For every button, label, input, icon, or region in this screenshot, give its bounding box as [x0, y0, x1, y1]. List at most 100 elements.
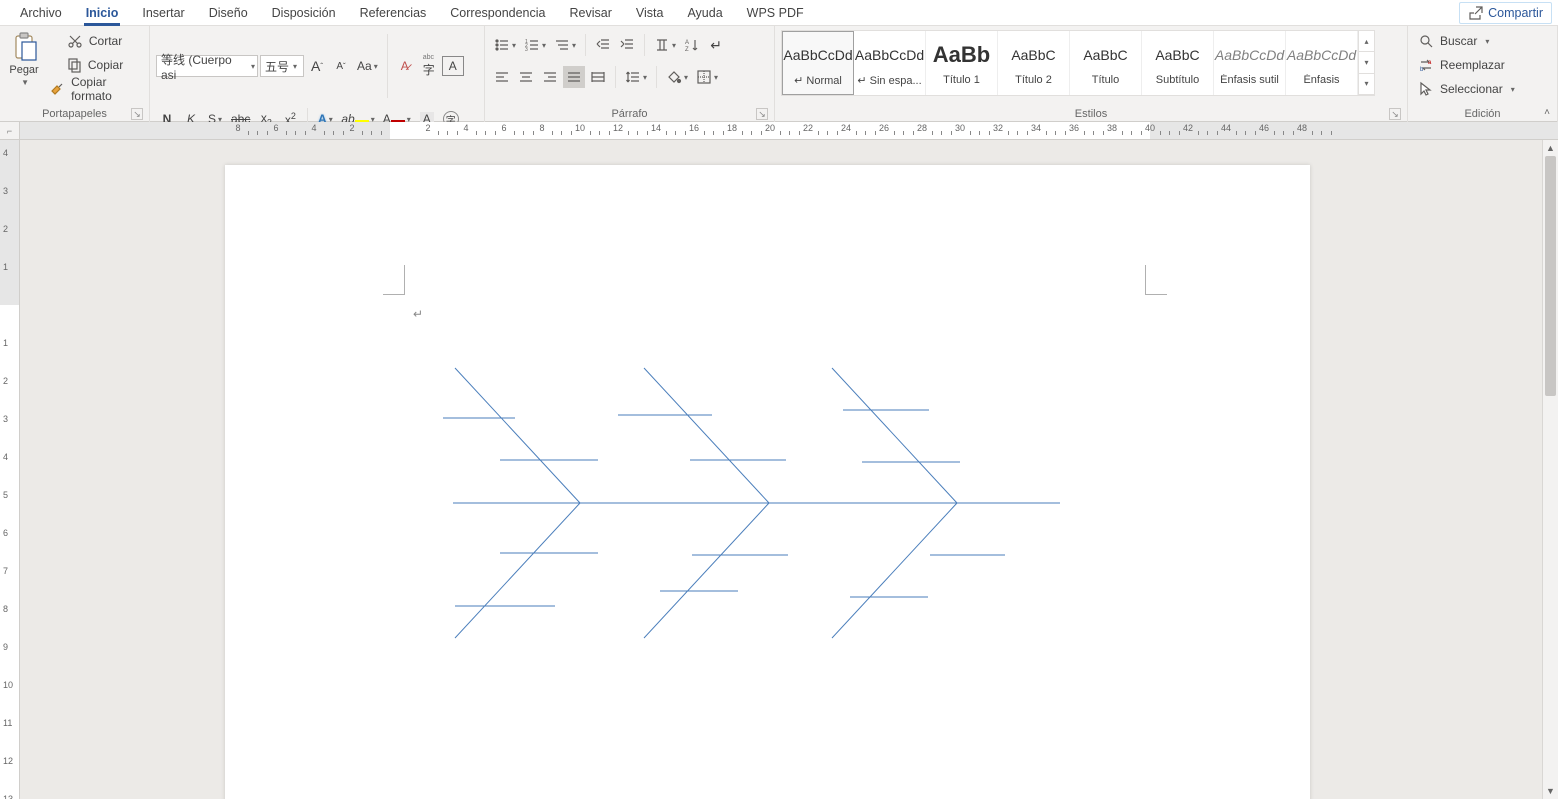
- svg-text:3: 3: [525, 47, 528, 53]
- find-label: Buscar: [1440, 34, 1477, 48]
- group-paragraph: ▾ 123▾ ▾ ▾ AZ ↵ ▾ ▾ ▾: [485, 26, 775, 122]
- style-t-tulo-2[interactable]: AaBbC Título 2: [998, 31, 1070, 95]
- scroll-down-button[interactable]: ▼: [1543, 783, 1558, 799]
- vertical-scrollbar[interactable]: ▲ ▼: [1542, 140, 1558, 799]
- ruler-number: 40: [1145, 123, 1155, 133]
- copy-button[interactable]: Copiar: [46, 54, 143, 76]
- style-name: Título 2: [1015, 74, 1052, 86]
- select-button[interactable]: Seleccionar ▾: [1414, 78, 1515, 100]
- style-name: Énfasis sutil: [1220, 74, 1279, 86]
- clipboard-launcher[interactable]: ↘: [131, 108, 143, 120]
- styles-more-button[interactable]: ▴▾▾: [1358, 31, 1374, 95]
- ruler-number: 8: [3, 604, 8, 614]
- tab-archivo[interactable]: Archivo: [8, 2, 74, 25]
- styles-gallery[interactable]: AaBbCcDd↵ NormalAaBbCcDd↵ Sin espa...AaB…: [781, 30, 1375, 96]
- align-center-icon: [518, 69, 534, 85]
- tab-diseno[interactable]: Diseño: [197, 2, 260, 25]
- shading-button[interactable]: ▾: [663, 66, 691, 88]
- ruler-number: 26: [879, 123, 889, 133]
- borders-button[interactable]: ▾: [693, 66, 721, 88]
- ruler-number: 11: [3, 718, 12, 728]
- vertical-ruler[interactable]: 432112345678910111213141516: [0, 140, 20, 799]
- char-border-button[interactable]: A: [442, 56, 464, 76]
- scrollbar-track[interactable]: [1545, 156, 1556, 783]
- paste-button[interactable]: Pegar ▼: [6, 28, 42, 87]
- style-name: Título: [1092, 74, 1120, 86]
- share-button[interactable]: Compartir: [1459, 2, 1552, 24]
- style-t-tulo-1[interactable]: AaBbTítulo 1: [926, 31, 998, 95]
- replace-button[interactable]: ba Reemplazar: [1414, 54, 1505, 76]
- increase-indent-button[interactable]: [616, 34, 638, 56]
- tab-correspondencia[interactable]: Correspondencia: [438, 2, 557, 25]
- ribbon: Pegar ▼ Cortar Copiar Copiar formato P: [0, 26, 1558, 122]
- cursor-icon: [1418, 81, 1434, 97]
- style--nfasis-sutil[interactable]: AaBbCcDdÉnfasis sutil: [1214, 31, 1286, 95]
- scroll-up-button[interactable]: ▲: [1543, 140, 1558, 156]
- style-sin-espa-[interactable]: AaBbCcDd↵ Sin espa...: [854, 31, 926, 95]
- style-preview: AaBbC: [1011, 40, 1055, 70]
- page[interactable]: ↵: [225, 165, 1310, 799]
- tab-referencias[interactable]: Referencias: [348, 2, 439, 25]
- svg-text:A: A: [685, 40, 689, 46]
- ruler-number: 4: [463, 123, 468, 133]
- scrollbar-thumb[interactable]: [1545, 156, 1556, 396]
- tab-disposicion[interactable]: Disposición: [260, 2, 348, 25]
- sort-button[interactable]: AZ: [681, 34, 703, 56]
- cut-button[interactable]: Cortar: [46, 30, 143, 52]
- group-editing-text: Edición: [1464, 108, 1500, 120]
- bullets-button[interactable]: ▾: [491, 34, 519, 56]
- style-t-tulo[interactable]: AaBbCTítulo: [1070, 31, 1142, 95]
- ruler-number: 12: [3, 756, 13, 766]
- fishbone-diagram[interactable]: [225, 165, 1310, 799]
- ruler-number: 4: [3, 148, 8, 158]
- tab-inicio[interactable]: Inicio: [74, 2, 131, 25]
- align-center-button[interactable]: [515, 66, 537, 88]
- tab-ayuda[interactable]: Ayuda: [675, 2, 734, 25]
- copy-icon: [66, 57, 82, 73]
- align-left-button[interactable]: [491, 66, 513, 88]
- multilevel-list-button[interactable]: ▾: [551, 34, 579, 56]
- select-label: Seleccionar: [1440, 82, 1503, 96]
- style--nfasis[interactable]: AaBbCcDdÉnfasis: [1286, 31, 1358, 95]
- numbering-button[interactable]: 123▾: [521, 34, 549, 56]
- align-justify-button[interactable]: [563, 66, 585, 88]
- font-size-combo[interactable]: 五号▾: [260, 55, 304, 77]
- decrease-indent-button[interactable]: [592, 34, 614, 56]
- style-normal[interactable]: AaBbCcDd↵ Normal: [782, 31, 854, 95]
- align-right-button[interactable]: [539, 66, 561, 88]
- ruler-number: 38: [1107, 123, 1117, 133]
- grow-font-button[interactable]: Aˆ: [306, 55, 328, 77]
- tab-revisar[interactable]: Revisar: [557, 2, 623, 25]
- horizontal-ruler[interactable]: 8642246810121416182022242628303234363840…: [20, 122, 1558, 140]
- ruler-number: 34: [1031, 123, 1041, 133]
- font-name-combo[interactable]: 等线 (Cuerpo asi▾: [156, 55, 258, 77]
- document-canvas[interactable]: ↵: [20, 140, 1542, 799]
- show-marks-button[interactable]: ↵: [705, 34, 727, 56]
- change-case-button[interactable]: Aa▾: [354, 55, 381, 77]
- format-painter-button[interactable]: Copiar formato: [46, 78, 143, 100]
- styles-launcher[interactable]: ↘: [1389, 108, 1401, 120]
- tab-wps-pdf[interactable]: WPS PDF: [735, 2, 816, 25]
- ruler-number: 6: [501, 123, 506, 133]
- shrink-font-icon: A: [336, 61, 343, 72]
- find-button[interactable]: Buscar ▾: [1414, 30, 1489, 52]
- collapse-ribbon-button[interactable]: ˄: [1538, 105, 1556, 119]
- clear-formatting-button[interactable]: A̷: [394, 55, 416, 77]
- shrink-font-button[interactable]: Aˇ: [330, 55, 352, 77]
- ruler-number: 6: [3, 528, 8, 538]
- tab-insertar[interactable]: Insertar: [130, 2, 196, 25]
- ruler-number: 8: [539, 123, 544, 133]
- chevron-down-icon: ▾: [1511, 85, 1515, 94]
- tab-vista[interactable]: Vista: [624, 2, 676, 25]
- ruler-number: 1: [3, 262, 8, 272]
- hruler-wrap: ⌐ 86422468101214161820222426283032343638…: [0, 122, 1558, 140]
- style-subt-tulo[interactable]: AaBbCSubtítulo: [1142, 31, 1214, 95]
- text-direction-button[interactable]: ▾: [651, 34, 679, 56]
- ruler-number: 42: [1183, 123, 1193, 133]
- align-distributed-button[interactable]: [587, 66, 609, 88]
- svg-text:a: a: [1428, 60, 1432, 66]
- paragraph-launcher[interactable]: ↘: [756, 108, 768, 120]
- line-spacing-button[interactable]: ▾: [622, 66, 650, 88]
- svg-text:Z: Z: [685, 47, 689, 53]
- phonetic-guide-button[interactable]: abc字: [418, 55, 440, 77]
